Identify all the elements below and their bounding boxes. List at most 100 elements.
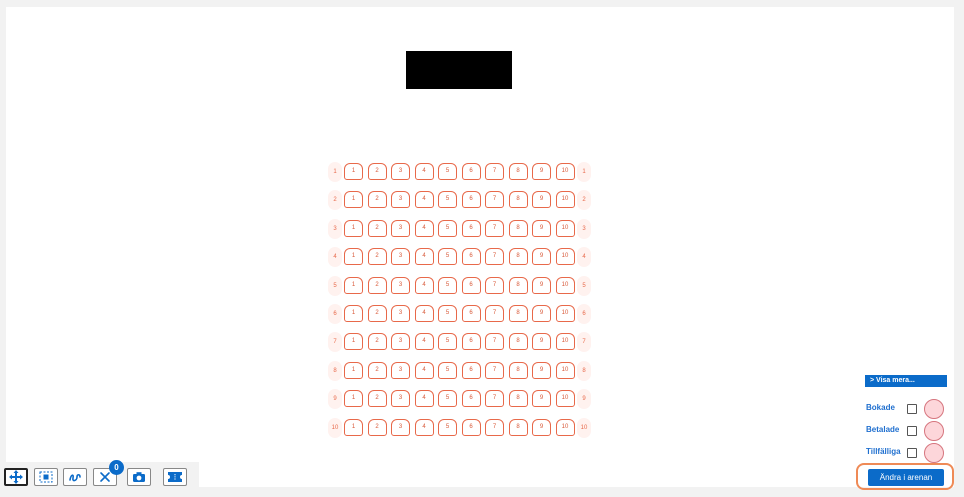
seat[interactable]: 2 bbox=[367, 276, 387, 294]
seat[interactable]: 3 bbox=[391, 418, 410, 436]
seat[interactable]: 4 bbox=[414, 333, 434, 351]
seat[interactable]: 7 bbox=[485, 305, 504, 322]
seat[interactable]: 8 bbox=[508, 418, 528, 436]
seat[interactable]: 1 bbox=[344, 248, 363, 266]
seat[interactable]: 6 bbox=[461, 191, 481, 209]
seat[interactable]: 3 bbox=[391, 191, 410, 209]
seat[interactable]: 4 bbox=[414, 390, 434, 408]
seat[interactable]: 9 bbox=[532, 305, 551, 322]
seat[interactable]: 1 bbox=[344, 333, 363, 351]
seat[interactable]: 1 bbox=[344, 361, 363, 379]
seat[interactable]: 7 bbox=[485, 191, 504, 209]
seat[interactable]: 6 bbox=[461, 418, 481, 436]
seat[interactable]: 2 bbox=[367, 333, 387, 351]
seat[interactable]: 4 bbox=[414, 361, 434, 379]
seat[interactable]: 7 bbox=[485, 418, 504, 436]
seat[interactable]: 10 bbox=[555, 191, 575, 209]
seat[interactable]: 3 bbox=[391, 361, 410, 379]
seat[interactable]: 8 bbox=[508, 248, 528, 266]
seat[interactable]: 8 bbox=[508, 191, 528, 209]
seat[interactable]: 10 bbox=[555, 390, 575, 408]
seat[interactable]: 8 bbox=[508, 219, 528, 237]
seat[interactable]: 5 bbox=[438, 333, 457, 351]
seat[interactable]: 4 bbox=[414, 191, 434, 209]
seat[interactable]: 1 bbox=[344, 219, 363, 237]
seat[interactable]: 8 bbox=[508, 390, 528, 408]
seat[interactable]: 4 bbox=[414, 219, 434, 237]
seat[interactable]: 9 bbox=[532, 191, 551, 209]
seat[interactable]: 6 bbox=[461, 333, 481, 351]
seat[interactable]: 3 bbox=[391, 333, 410, 351]
seat[interactable]: 7 bbox=[485, 248, 504, 266]
seat[interactable]: 5 bbox=[438, 390, 457, 408]
seat[interactable]: 2 bbox=[367, 248, 387, 266]
seat[interactable]: 6 bbox=[461, 276, 481, 294]
select-area-tool-button[interactable] bbox=[34, 468, 58, 486]
seat[interactable]: 4 bbox=[414, 248, 434, 266]
seat[interactable]: 2 bbox=[367, 418, 387, 436]
seat[interactable]: 10 bbox=[555, 418, 575, 436]
seat[interactable]: 10 bbox=[555, 248, 575, 266]
seat[interactable]: 1 bbox=[344, 390, 363, 408]
seat[interactable]: 7 bbox=[485, 390, 504, 408]
seat[interactable]: 2 bbox=[367, 390, 387, 408]
seat[interactable]: 4 bbox=[414, 305, 434, 322]
seat[interactable]: 8 bbox=[508, 276, 528, 294]
seat[interactable]: 4 bbox=[414, 163, 434, 180]
seat[interactable]: 9 bbox=[532, 418, 551, 436]
betalade-checkbox[interactable] bbox=[907, 426, 917, 436]
seat[interactable]: 10 bbox=[555, 219, 575, 237]
draw-tool-button[interactable] bbox=[63, 468, 87, 486]
seat[interactable]: 10 bbox=[555, 276, 575, 294]
seat[interactable]: 1 bbox=[344, 418, 363, 436]
seat[interactable]: 2 bbox=[367, 361, 387, 379]
bokade-checkbox[interactable] bbox=[907, 404, 917, 414]
seat[interactable]: 5 bbox=[438, 163, 457, 180]
seat[interactable]: 9 bbox=[532, 163, 551, 180]
seat[interactable]: 10 bbox=[555, 163, 575, 180]
seat[interactable]: 7 bbox=[485, 361, 504, 379]
seat[interactable]: 6 bbox=[461, 248, 481, 266]
ticket-tool-button[interactable] bbox=[163, 468, 187, 486]
seat[interactable]: 3 bbox=[391, 390, 410, 408]
seat[interactable]: 5 bbox=[438, 219, 457, 237]
move-tool-button[interactable] bbox=[4, 468, 28, 486]
seat[interactable]: 6 bbox=[461, 361, 481, 379]
seat[interactable]: 7 bbox=[485, 163, 504, 180]
seat[interactable]: 9 bbox=[532, 276, 551, 294]
seat[interactable]: 6 bbox=[461, 390, 481, 408]
show-more-link[interactable]: > Visa mera... bbox=[865, 375, 947, 387]
seat[interactable]: 5 bbox=[438, 276, 457, 294]
seat[interactable]: 8 bbox=[508, 305, 528, 322]
seat[interactable]: 9 bbox=[532, 248, 551, 266]
seat[interactable]: 7 bbox=[485, 219, 504, 237]
seat[interactable]: 8 bbox=[508, 361, 528, 379]
seat[interactable]: 10 bbox=[555, 333, 575, 351]
seat[interactable]: 4 bbox=[414, 418, 434, 436]
seat[interactable]: 7 bbox=[485, 276, 504, 294]
camera-tool-button[interactable] bbox=[127, 468, 151, 486]
seat[interactable]: 3 bbox=[391, 248, 410, 266]
seat[interactable]: 2 bbox=[367, 305, 387, 322]
seat[interactable]: 5 bbox=[438, 191, 457, 209]
seat[interactable]: 6 bbox=[461, 305, 481, 322]
seat[interactable]: 1 bbox=[344, 163, 363, 180]
seat[interactable]: 9 bbox=[532, 333, 551, 351]
seat[interactable]: 3 bbox=[391, 276, 410, 294]
seat[interactable]: 6 bbox=[461, 163, 481, 180]
seat[interactable]: 8 bbox=[508, 333, 528, 351]
tillfalliga-checkbox[interactable] bbox=[907, 448, 917, 458]
seat[interactable]: 1 bbox=[344, 276, 363, 294]
seat[interactable]: 9 bbox=[532, 219, 551, 237]
seat[interactable]: 5 bbox=[438, 305, 457, 322]
seat[interactable]: 10 bbox=[555, 361, 575, 379]
seat[interactable]: 1 bbox=[344, 305, 363, 322]
seat[interactable]: 2 bbox=[367, 163, 387, 180]
seat[interactable]: 2 bbox=[367, 191, 387, 209]
seat[interactable]: 2 bbox=[367, 219, 387, 237]
edit-arena-button[interactable]: Ändra i arenan bbox=[868, 469, 944, 486]
seat[interactable]: 9 bbox=[532, 390, 551, 408]
seat[interactable]: 1 bbox=[344, 191, 363, 209]
seat[interactable]: 9 bbox=[532, 361, 551, 379]
seat[interactable]: 5 bbox=[438, 418, 457, 436]
